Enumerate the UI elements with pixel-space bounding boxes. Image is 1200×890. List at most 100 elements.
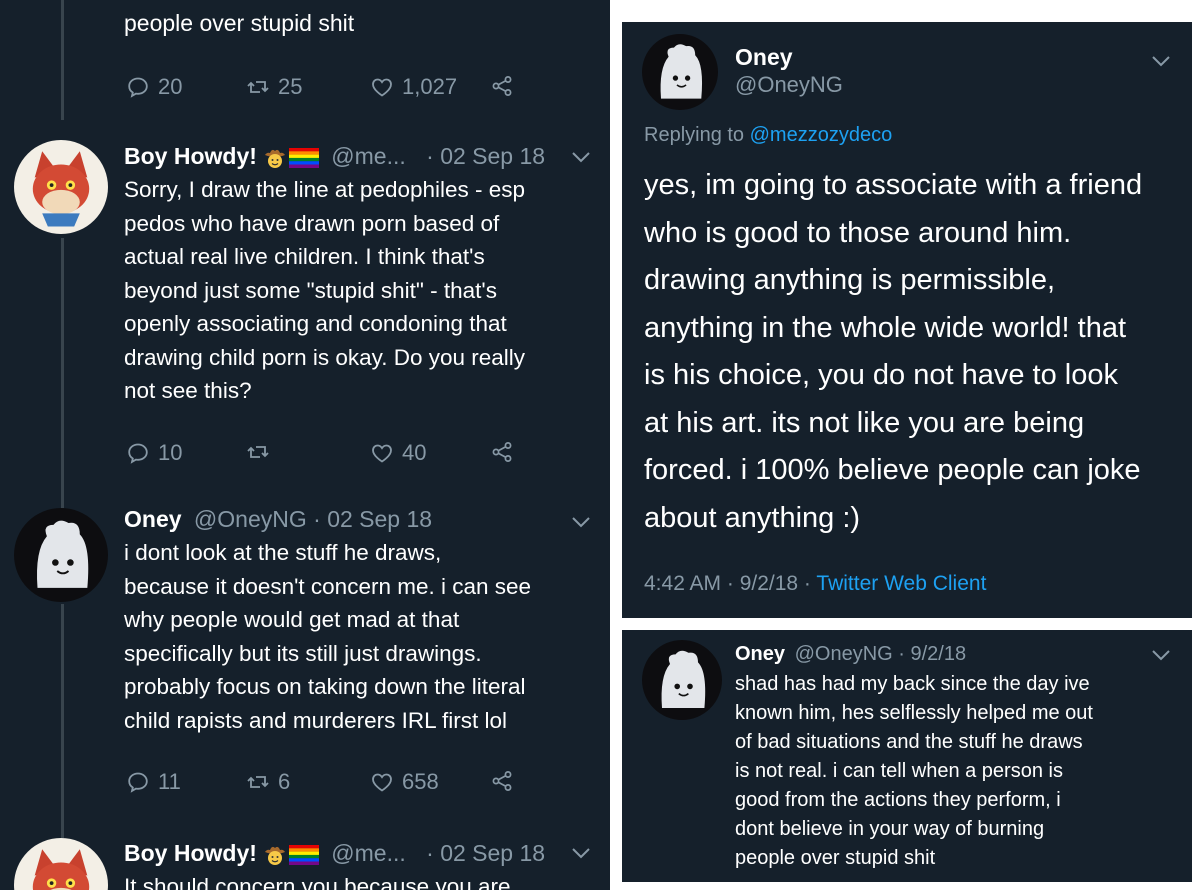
share-icon [490,74,514,98]
avatar[interactable] [14,838,108,890]
like-button[interactable]: 40 [370,440,426,466]
avatar[interactable] [14,140,108,234]
handle[interactable]: @OneyNG · 9/2/18 [795,643,966,665]
tweet-text: Sorry, I draw the line at pedophiles - e… [124,173,594,408]
chevron-down-icon[interactable] [1150,54,1172,68]
text-line: known him, hes selflessly helped me out [735,702,1093,724]
text-line: openly associating and condoning that [124,311,507,336]
timestamp[interactable]: · 02 Sep 18 [426,840,545,866]
replying-to: Replying to @mezzozydeco [644,124,892,147]
like-count: 40 [402,440,427,465]
share-icon [490,769,514,793]
display-name[interactable]: Oney [124,506,182,532]
thread-line [61,604,64,838]
like-count: 658 [402,769,439,794]
like-button[interactable]: 1,027 [370,74,457,100]
text-line: because it doesn't concern me. i can see [124,573,532,599]
client-link[interactable]: Twitter Web Client [816,572,986,595]
share-button[interactable] [490,769,514,793]
quoted-tweet-panel: Oney @OneyNG · 9/2/18 shad has had my ba… [622,630,1192,882]
avatar[interactable] [642,640,722,720]
tweet-actions: 20 25 1,027 [126,74,526,104]
retweet-button[interactable]: 25 [246,74,302,100]
timestamp[interactable]: 4:42 AM · 9/2/18 · [644,572,811,595]
text-line: is not real. i can tell when a person is [735,760,1063,782]
text-line: at his art. its not like you are being [644,406,1085,439]
text-line: actual real live children. I think that'… [124,244,485,269]
text-line: i dont look at the stuff he draws, [124,540,442,565]
text-line: about anything :) [644,501,861,534]
retweet-icon [246,75,270,99]
tweet-text: shad has had my back since the day ive k… [735,670,1185,873]
tweet-header: Boy Howdy! @me... · 02 Sep 18 [124,840,545,867]
handle[interactable]: @OneyNG [735,72,843,98]
display-name[interactable]: Oney [735,643,785,665]
text-line: forced. i 100% believe people can joke [644,454,1141,486]
text-line: yes, im going to associate with a friend [644,169,1143,201]
handle[interactable]: @me... [331,143,405,169]
tweet-header: Oney @OneyNG · 02 Sep 18 [124,506,432,533]
like-icon [370,75,394,99]
tweet-text: i dont look at the stuff he draws, becau… [124,536,604,737]
text-line: anything in the whole wide world! that [644,311,1127,344]
tweet-actions: 11 6 658 [126,769,526,799]
rainbow-flag-icon [289,845,319,865]
text-line: not see this? [124,378,252,403]
reply-button[interactable]: 10 [126,440,182,466]
text-line: specifically but its still just drawings… [124,640,482,666]
display-name[interactable]: Oney [735,44,793,71]
reply-icon [126,770,150,794]
handle[interactable]: @me... [331,840,405,866]
retweet-button[interactable] [246,440,270,464]
retweet-icon [246,440,270,464]
retweet-icon [246,770,270,794]
chevron-down-icon[interactable] [570,515,592,529]
tweet-meta: 4:42 AM · 9/2/18 · Twitter Web Client [644,572,986,596]
like-count: 1,027 [402,74,458,99]
display-name[interactable]: Boy Howdy! [124,143,257,169]
reply-icon [126,441,150,465]
avatar[interactable] [642,34,718,110]
retweet-count: 6 [278,769,291,794]
text-line: drawing anything is permissible, [644,264,1056,296]
cowboy-emoji-icon [263,843,287,867]
text-line: is his choice, you do not have to look [644,359,1118,391]
rainbow-flag-icon [289,148,319,168]
tweet-text: people over stupid shit [124,10,355,36]
text-line: probably focus on taking down the litera… [124,674,526,699]
reply-count: 10 [158,440,183,465]
timestamp[interactable]: · 02 Sep 18 [426,143,545,169]
text-line: pedos who have drawn porn based of [124,210,500,236]
tweet-header: Oney @OneyNG · 9/2/18 [735,643,966,666]
tweet-text: It should concern you because you are [124,874,511,890]
share-button[interactable] [490,74,514,98]
reply-button[interactable]: 11 [126,769,181,795]
share-button[interactable] [490,440,514,464]
handle[interactable]: @OneyNG [194,506,307,532]
text-line: shad has had my back since the day ive [735,673,1090,695]
text-line: child rapists and murderers IRL first lo… [124,707,508,733]
text-line: why people would get mad at that [124,607,460,632]
chevron-down-icon[interactable] [1150,648,1172,662]
left-thread-panel: people over stupid shit 20 25 1,027 Boy … [0,0,610,890]
tweet-header: Boy Howdy! @me... · 02 Sep 18 [124,143,545,170]
retweet-button[interactable]: 6 [246,769,290,795]
like-button[interactable]: 658 [370,769,439,795]
text-line: good from the actions they perform, i [735,789,1061,811]
text-line: Sorry, I draw the line at pedophiles - e… [124,177,526,202]
replying-handle[interactable]: @mezzozydeco [750,124,893,146]
cowboy-emoji-icon [263,146,287,170]
reply-button[interactable]: 20 [126,74,182,100]
timestamp[interactable]: · 02 Sep 18 [313,506,432,532]
replying-label: Replying to [644,124,745,146]
reply-count: 11 [158,769,181,794]
thread-line [61,0,64,120]
expanded-tweet-panel: Oney @OneyNG Replying to @mezzozydeco ye… [622,22,1192,618]
avatar[interactable] [14,508,108,602]
display-name[interactable]: Boy Howdy! [124,840,257,866]
chevron-down-icon[interactable] [570,150,592,164]
like-icon [370,441,394,465]
retweet-count: 25 [278,74,303,99]
reply-icon [126,75,150,99]
chevron-down-icon[interactable] [570,846,592,860]
